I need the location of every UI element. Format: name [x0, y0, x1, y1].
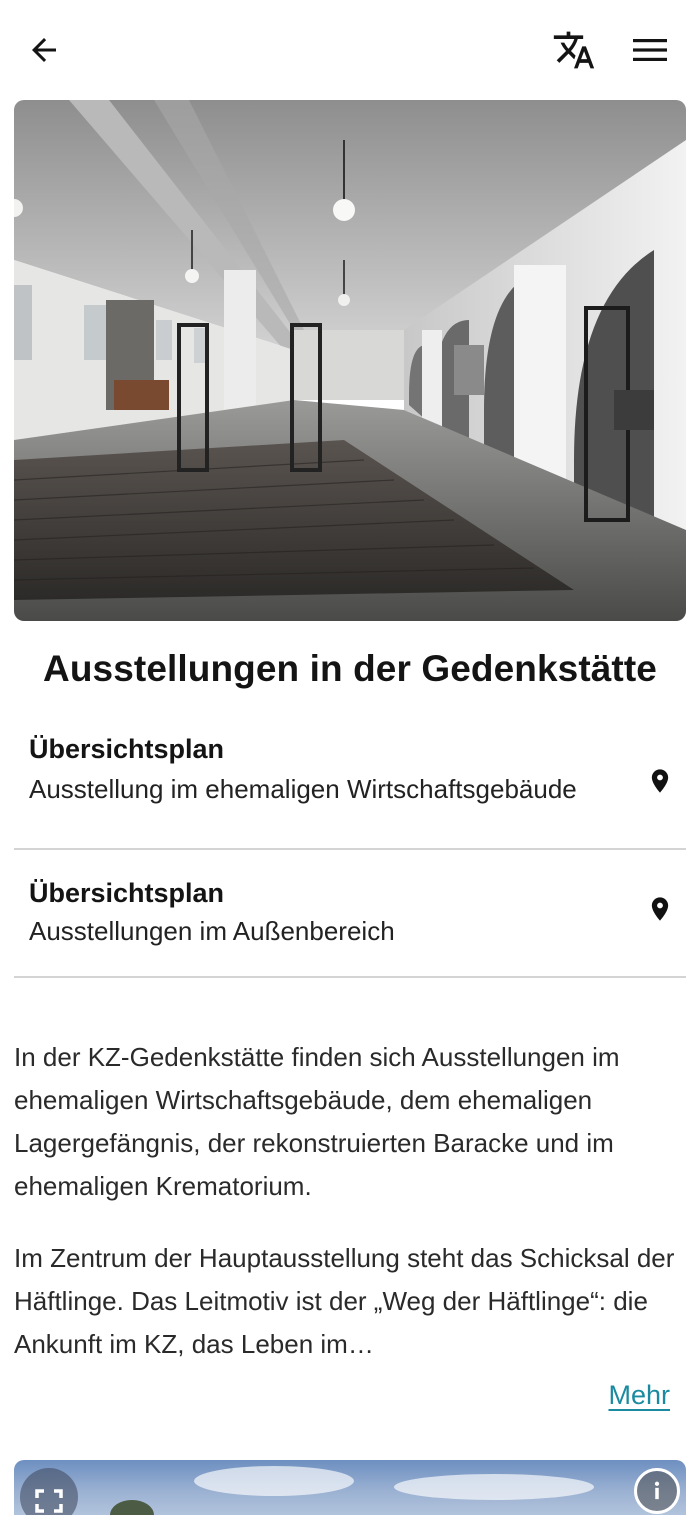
cloud-shape: [394, 1474, 594, 1500]
plan-item-title: Übersichtsplan: [29, 878, 225, 908]
translate-button[interactable]: [550, 26, 598, 74]
more-link[interactable]: Mehr: [608, 1380, 670, 1411]
tree-shape: [110, 1500, 154, 1515]
exhibition-hall-photo: [14, 100, 686, 621]
hamburger-menu-icon: [633, 39, 667, 61]
page-title: Ausstellungen in der Gedenkstätte: [43, 648, 657, 689]
plan-item-title: Übersichtsplan: [29, 734, 225, 764]
back-button[interactable]: [22, 28, 66, 72]
map-pin-icon: [651, 769, 669, 793]
gallery-image[interactable]: [14, 1460, 686, 1515]
info-button[interactable]: [634, 1468, 680, 1514]
plan-item-description: Ausstellung im ehemaligen Wirtschaftsgeb…: [29, 774, 577, 804]
intro-paragraph: In der KZ-Gedenkstätte finden sich Ausst…: [14, 1042, 620, 1201]
info-icon: [654, 1481, 660, 1500]
menu-button[interactable]: [626, 28, 674, 72]
plan-item-description: Ausstellungen im Außenbereich: [29, 916, 395, 946]
arrow-left-icon: [32, 38, 56, 62]
cloud-shape: [194, 1466, 354, 1496]
main-exhibition-paragraph: Im Zentrum der Hauptausstellung steht da…: [14, 1243, 675, 1359]
translate-icon: [553, 31, 595, 69]
map-pin-icon: [651, 897, 669, 921]
overview-plan-item-outdoor[interactable]: Übersichtsplan Ausstellungen im Außenber…: [14, 850, 686, 978]
top-app-bar: [0, 0, 700, 100]
fullscreen-icon: [35, 1489, 63, 1513]
fullscreen-button[interactable]: [20, 1468, 78, 1515]
overview-plan-item-building[interactable]: Übersichtsplan Ausstellung im ehemaligen…: [14, 726, 686, 850]
